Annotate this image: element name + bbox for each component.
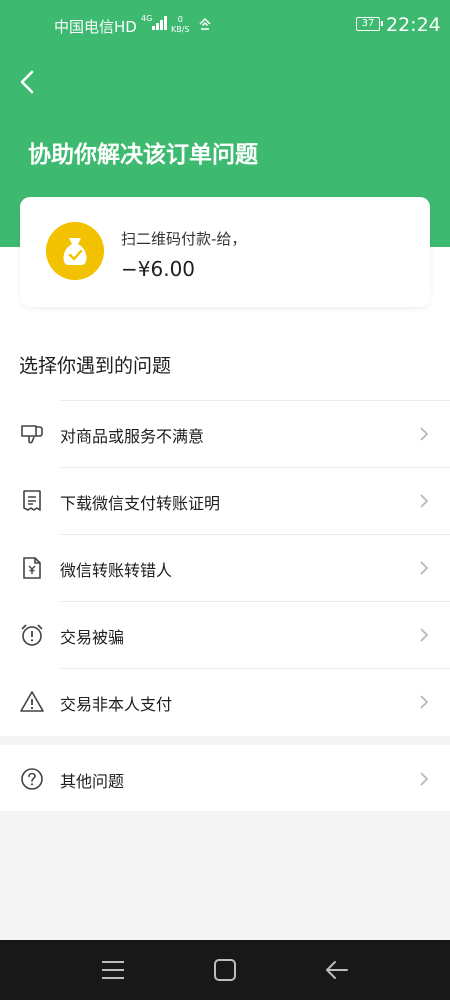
divider bbox=[60, 467, 450, 468]
net-speed-unit: KB/S bbox=[171, 25, 190, 34]
issue-section: 选择你遇到的问题 对商品或服务不满意 下载微信支付转账证明 微信转账转错人 交易… bbox=[0, 247, 450, 736]
chevron-right-icon bbox=[420, 628, 429, 642]
order-card: 扫二维码付款-给， −¥6.00 bbox=[20, 197, 430, 307]
thumbs-down-icon bbox=[21, 425, 43, 444]
issue-item-other[interactable]: 其他问题 bbox=[0, 745, 450, 811]
divider bbox=[60, 668, 450, 669]
clock: 22:24 bbox=[386, 14, 441, 36]
net-speed-value: 0 bbox=[177, 15, 183, 24]
issue-label: 其他问题 bbox=[60, 772, 125, 791]
battery-indicator: 37 bbox=[356, 17, 383, 31]
order-description: 扫二维码付款-给， bbox=[121, 230, 247, 248]
system-nav-bar bbox=[0, 940, 450, 1000]
issue-label: 交易被骗 bbox=[60, 628, 125, 647]
status-bar: 中国电信HD 4G 0 KB/S 37 22:24 bbox=[0, 0, 450, 52]
chevron-right-icon bbox=[420, 561, 429, 575]
issue-item-scammed[interactable]: 交易被骗 bbox=[0, 601, 450, 668]
question-circle-icon bbox=[21, 768, 43, 790]
alarm-alert-icon bbox=[21, 624, 43, 646]
menu-icon[interactable] bbox=[99, 956, 127, 984]
issue-item-unsatisfied[interactable]: 对商品或服务不满意 bbox=[0, 400, 450, 467]
issue-item-download-proof[interactable]: 下载微信支付转账证明 bbox=[0, 467, 450, 534]
chevron-right-icon bbox=[420, 494, 429, 508]
other-section: 其他问题 bbox=[0, 745, 450, 811]
issue-item-not-self-paid[interactable]: 交易非本人支付 bbox=[0, 668, 450, 735]
chevron-right-icon bbox=[420, 427, 429, 441]
divider bbox=[60, 601, 450, 602]
hotspot-icon bbox=[199, 17, 211, 30]
section-title: 选择你遇到的问题 bbox=[19, 355, 172, 377]
issue-label: 微信转账转错人 bbox=[60, 561, 173, 580]
issue-label: 交易非本人支付 bbox=[60, 695, 173, 714]
network-type: 4G bbox=[141, 14, 153, 23]
issue-label: 下载微信支付转账证明 bbox=[60, 494, 221, 513]
back-button[interactable] bbox=[16, 68, 40, 96]
issue-item-wrong-recipient[interactable]: 微信转账转错人 bbox=[0, 534, 450, 601]
carrier-name: 中国电信HD bbox=[54, 18, 137, 36]
divider bbox=[60, 534, 450, 535]
signal-icon bbox=[152, 16, 168, 30]
issue-label: 对商品或服务不满意 bbox=[60, 427, 205, 446]
warning-triangle-icon bbox=[20, 691, 44, 712]
home-icon[interactable] bbox=[211, 956, 239, 984]
money-bag-icon bbox=[46, 222, 104, 280]
issue-list: 对商品或服务不满意 下载微信支付转账证明 微信转账转错人 交易被骗 交易非本人支… bbox=[0, 400, 450, 735]
receipt-icon bbox=[23, 490, 41, 511]
net-speed: 0 KB/S bbox=[171, 15, 190, 35]
order-amount: −¥6.00 bbox=[121, 257, 196, 281]
chevron-right-icon bbox=[420, 772, 429, 786]
yuan-document-icon bbox=[23, 557, 41, 579]
page-title: 协助你解决该订单问题 bbox=[28, 142, 258, 168]
chevron-right-icon bbox=[420, 695, 429, 709]
back-icon[interactable] bbox=[323, 956, 351, 984]
divider bbox=[60, 400, 450, 401]
